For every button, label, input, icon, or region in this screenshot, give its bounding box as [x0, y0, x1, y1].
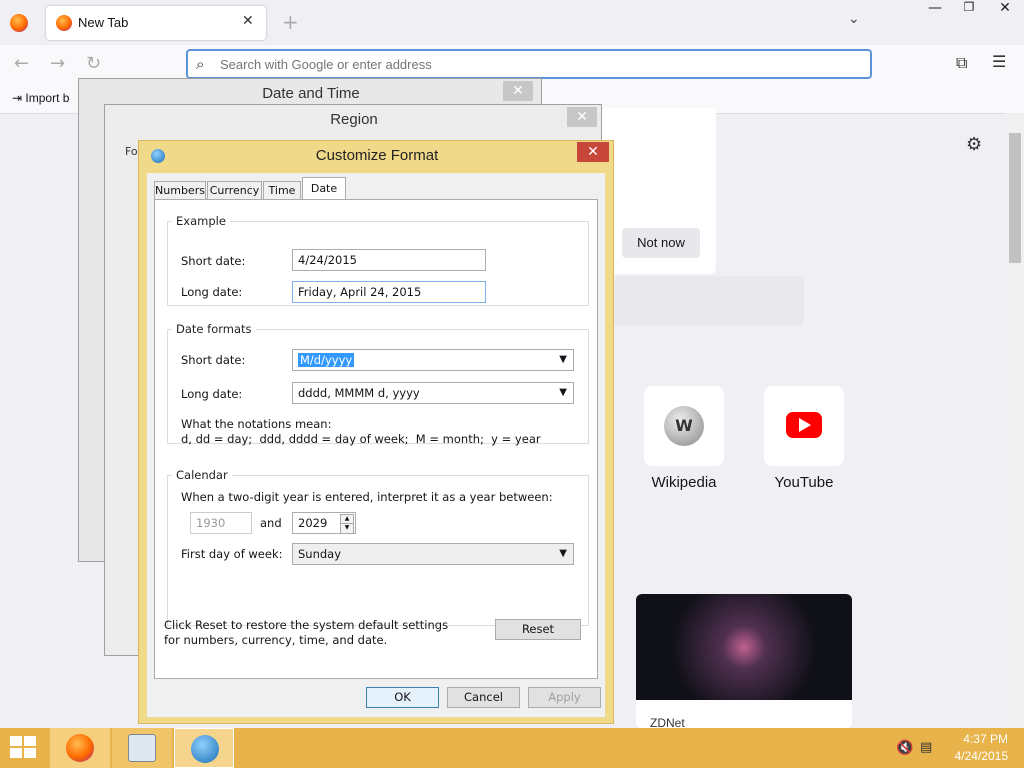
- first-day-value: Sunday: [298, 547, 342, 561]
- two-digit-year-text: When a two-digit year is entered, interp…: [181, 490, 553, 504]
- globe-icon: [191, 735, 219, 763]
- address-bar[interactable]: ⌕: [186, 49, 872, 79]
- group-legend: Date formats: [176, 322, 252, 336]
- tab-formats[interactable]: Fo: [125, 145, 138, 158]
- firefox-icon[interactable]: [10, 14, 28, 32]
- tab-close-icon[interactable]: ✕: [242, 13, 254, 29]
- dialog-title: Date and Time: [262, 85, 360, 102]
- long-date-format-combo[interactable]: dddd, MMMM d, yyyy ▼: [292, 382, 574, 404]
- scrollbar-thumb[interactable]: [1009, 133, 1021, 263]
- tab-numbers[interactable]: Numbers: [154, 181, 206, 199]
- tab-panel-date: Example Short date: 4/24/2015 Long date:…: [154, 199, 598, 679]
- year-from-field: 1930: [190, 512, 252, 534]
- dialog-close-button[interactable]: ✕: [567, 107, 597, 127]
- chevron-down-icon[interactable]: ▼: [559, 383, 567, 403]
- short-date-format-label: Short date:: [181, 353, 246, 367]
- reset-description: Click Reset to restore the system defaul…: [164, 618, 449, 647]
- dialog-body: Numbers Currency Time Example Short date…: [147, 173, 605, 717]
- tab-date[interactable]: Date: [302, 177, 346, 199]
- year-to-value: 2029: [298, 516, 328, 530]
- not-now-button[interactable]: Not now: [622, 228, 700, 258]
- window-close-button[interactable]: ✕: [986, 0, 1024, 20]
- date-formats-group: Date formats Short date: M/d/yyyy ▼ Long…: [167, 322, 589, 446]
- tab-list-chevron-icon[interactable]: ⌄: [848, 11, 860, 27]
- customize-format-dialog: Customize Format ✕ Numbers Currency Time…: [138, 140, 614, 724]
- clock-date[interactable]: 4/24/2015: [944, 749, 1008, 763]
- tab-currency[interactable]: Currency: [207, 181, 262, 199]
- cancel-button[interactable]: Cancel: [447, 687, 520, 708]
- shortcut-label: Wikipedia: [651, 474, 717, 491]
- taskbar: 🔇 ▤ 4:37 PM 4/24/2015: [0, 728, 1024, 768]
- short-date-format-value: M/d/yyyy: [298, 353, 355, 367]
- speaker-muted-icon[interactable]: 🔇: [896, 740, 913, 756]
- firefox-icon: [66, 734, 94, 762]
- news-image: [636, 594, 852, 700]
- firefox-favicon-icon: [56, 15, 72, 31]
- apply-button[interactable]: Apply: [528, 687, 601, 708]
- short-date-format-combo[interactable]: M/d/yyyy ▼: [292, 349, 574, 371]
- first-day-label: First day of week:: [181, 547, 283, 561]
- gear-icon[interactable]: ⚙: [966, 134, 982, 155]
- chevron-down-icon[interactable]: ▼: [559, 350, 567, 370]
- first-day-combo[interactable]: Sunday ▼: [292, 543, 574, 565]
- long-date-label: Long date:: [181, 285, 243, 299]
- import-bookmarks-label: Import b: [25, 91, 70, 105]
- ok-button[interactable]: OK: [366, 687, 439, 708]
- short-date-example: 4/24/2015: [292, 249, 486, 271]
- long-date-format-label: Long date:: [181, 387, 243, 401]
- dialog-title: Customize Format: [315, 147, 439, 164]
- window-restore-button[interactable]: ❐: [952, 0, 986, 20]
- reset-button[interactable]: Reset: [495, 619, 581, 640]
- group-legend: Calendar: [176, 468, 228, 482]
- new-tab-button[interactable]: +: [282, 10, 299, 34]
- tab-new-tab[interactable]: New Tab ✕: [46, 6, 266, 40]
- taskbar-region-button[interactable]: [174, 728, 234, 768]
- dialog-close-button[interactable]: ✕: [577, 142, 609, 162]
- hamburger-menu-icon[interactable]: ☰: [992, 52, 1006, 71]
- window-minimize-button[interactable]: —: [918, 0, 952, 20]
- long-date-example: Friday, April 24, 2015: [292, 281, 486, 303]
- search-icon: ⌕: [196, 55, 205, 73]
- page-search-box[interactable]: [614, 276, 804, 326]
- spin-down-icon[interactable]: ▼: [340, 523, 354, 534]
- page-scrollbar[interactable]: [1006, 113, 1024, 728]
- notation-title: What the notations mean:: [181, 417, 332, 431]
- notation-text: d, dd = day; ddd, dddd = day of week; M …: [181, 432, 541, 446]
- taskbar-date-time-button[interactable]: [112, 728, 172, 768]
- reload-icon[interactable]: ↻: [86, 53, 101, 74]
- tab-time[interactable]: Time: [263, 181, 301, 199]
- dialog-close-button[interactable]: ✕: [503, 81, 533, 101]
- example-group: Example Short date: 4/24/2015 Long date:…: [167, 214, 589, 306]
- and-label: and: [260, 516, 282, 530]
- year-to-field[interactable]: 2029 ▲ ▼: [292, 512, 356, 534]
- clock-time[interactable]: 4:37 PM: [948, 732, 1008, 746]
- start-windows-icon[interactable]: [10, 736, 38, 760]
- long-date-format-value: dddd, MMMM d, yyyy: [298, 386, 420, 400]
- shortcut-label: YouTube: [774, 474, 834, 491]
- chevron-down-icon[interactable]: ▼: [559, 544, 567, 564]
- short-date-label: Short date:: [181, 254, 246, 268]
- taskbar-firefox-button[interactable]: [50, 728, 110, 768]
- wikipedia-logo-icon: W: [664, 406, 704, 446]
- tab-strip: New Tab ✕ + ⌄ — ❐ ✕: [0, 0, 1024, 45]
- network-icon[interactable]: ▤: [920, 740, 932, 755]
- forward-arrow-icon[interactable]: →: [50, 53, 65, 74]
- extensions-icon[interactable]: ⧉: [956, 53, 967, 73]
- youtube-play-icon: [799, 418, 811, 432]
- dialog-title: Region: [330, 111, 378, 128]
- group-legend: Example: [176, 214, 226, 228]
- address-input[interactable]: [220, 55, 840, 73]
- calendar-clock-icon: [128, 734, 156, 762]
- news-source: ZDNet: [650, 716, 685, 728]
- calendar-group: Calendar When a two-digit year is entere…: [167, 468, 589, 626]
- tab-title: New Tab: [78, 15, 129, 30]
- news-card[interactable]: ZDNet: [636, 594, 852, 728]
- back-arrow-icon[interactable]: ←: [14, 53, 29, 74]
- import-bookmarks-button[interactable]: ⇥ Import b: [12, 91, 69, 105]
